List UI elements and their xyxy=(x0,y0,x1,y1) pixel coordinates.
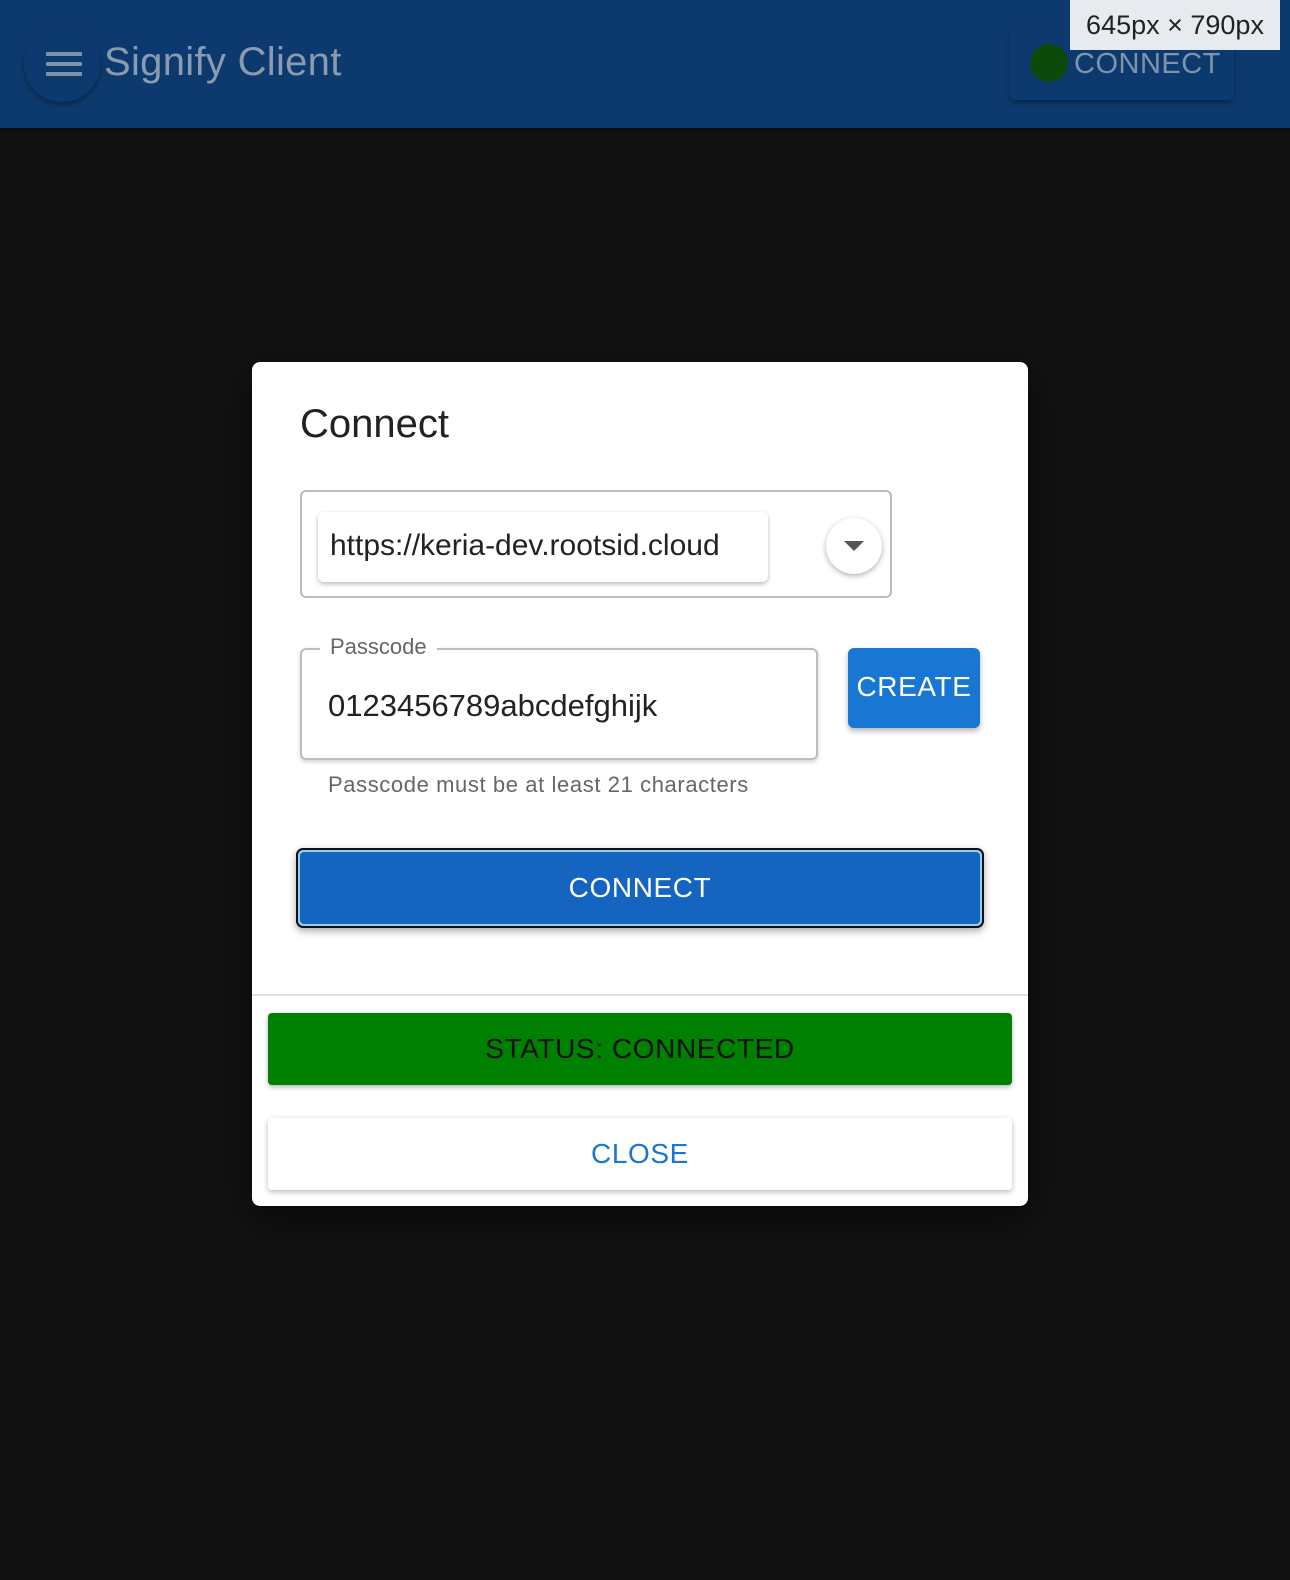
menu-button[interactable] xyxy=(24,26,100,102)
create-button[interactable]: CREATE xyxy=(848,648,980,728)
passcode-label: Passcode xyxy=(320,634,437,660)
close-button[interactable]: CLOSE xyxy=(268,1118,1012,1190)
connect-button-label: CONNECT xyxy=(300,852,980,924)
dialog-title: Connect xyxy=(300,402,449,446)
menu-icon xyxy=(46,52,82,76)
status-dot-icon xyxy=(1030,44,1068,82)
passcode-input[interactable]: 0123456789abcdefghijk xyxy=(328,688,657,724)
app-title: Signify Client xyxy=(104,40,342,84)
connect-button[interactable]: CONNECT xyxy=(296,848,984,928)
chevron-down-icon xyxy=(844,541,864,551)
status-badge: STATUS: CONNECTED xyxy=(268,1013,1012,1085)
header-connect-label: CONNECT xyxy=(1074,48,1221,80)
connect-dialog: Connect https://keria-dev.rootsid.cloud … xyxy=(252,362,1028,1206)
passcode-helper-text: Passcode must be at least 21 characters xyxy=(328,772,749,797)
server-dropdown-button[interactable] xyxy=(826,518,882,574)
dialog-divider xyxy=(252,994,1028,996)
viewport-size-badge: 645px × 790px xyxy=(1070,0,1280,50)
server-url-option[interactable]: https://keria-dev.rootsid.cloud xyxy=(318,512,768,582)
passcode-field[interactable]: Passcode 0123456789abcdefghijk xyxy=(300,634,818,760)
server-url-value: https://keria-dev.rootsid.cloud xyxy=(330,529,720,562)
server-select[interactable]: https://keria-dev.rootsid.cloud xyxy=(300,490,892,598)
